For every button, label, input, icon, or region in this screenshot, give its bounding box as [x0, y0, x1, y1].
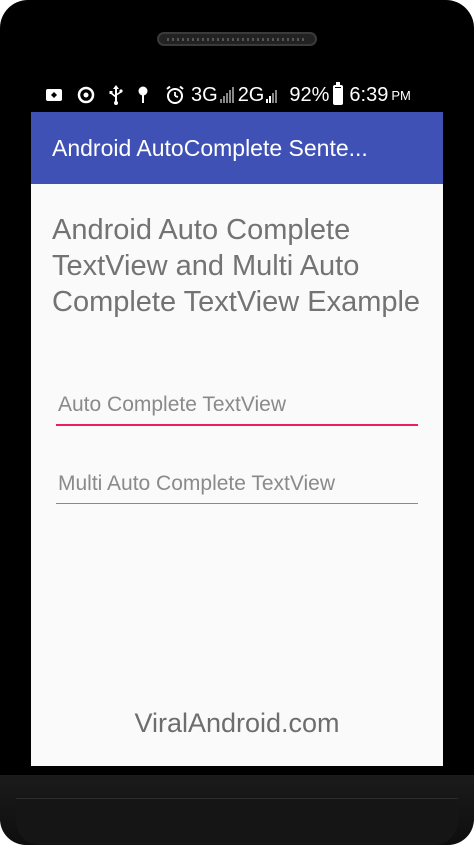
auto-complete-input[interactable]	[56, 387, 418, 423]
footer-watermark: ViralAndroid.com	[134, 708, 340, 738]
clock-ampm: PM	[391, 87, 411, 103]
network-type-1: 3G	[191, 83, 218, 106]
clock-time: 6:39	[349, 83, 389, 106]
multi-auto-complete-underline	[56, 503, 418, 504]
network-type-2: 2G	[237, 83, 265, 106]
signal-strength-icon	[219, 87, 234, 103]
usb-icon	[109, 85, 123, 105]
status-bar: 3G 2G 92% 6:39 PM	[31, 78, 443, 112]
battery-icon	[333, 82, 344, 105]
multi-auto-complete-field[interactable]	[56, 466, 418, 504]
auto-complete-field[interactable]	[56, 387, 418, 426]
speaker-grille	[157, 32, 317, 46]
multi-auto-complete-input[interactable]	[56, 466, 418, 502]
app-bar-title: Android AutoComplete Sente...	[52, 134, 368, 161]
app-bar: Android AutoComplete Sente...	[31, 112, 443, 184]
battery-percent: 92%	[289, 83, 330, 106]
page-heading: Android Auto Complete TextView and Multi…	[52, 214, 421, 318]
status-system-info: 3G 2G 92% 6:39 PM	[165, 82, 411, 107]
app-screen: Android AutoComplete Sente... Android Au…	[31, 112, 443, 766]
notification-icon	[45, 87, 63, 103]
location-icon	[137, 86, 149, 104]
signal-strength-icon-2	[266, 87, 278, 103]
auto-complete-underline	[56, 424, 418, 426]
phone-frame: 3G 2G 92% 6:39 PM Android AutoComplete S…	[0, 0, 474, 845]
bottom-bezel	[0, 775, 474, 845]
status-notification-icons	[45, 85, 149, 105]
alarm-icon	[165, 85, 185, 105]
sync-icon	[77, 86, 95, 104]
